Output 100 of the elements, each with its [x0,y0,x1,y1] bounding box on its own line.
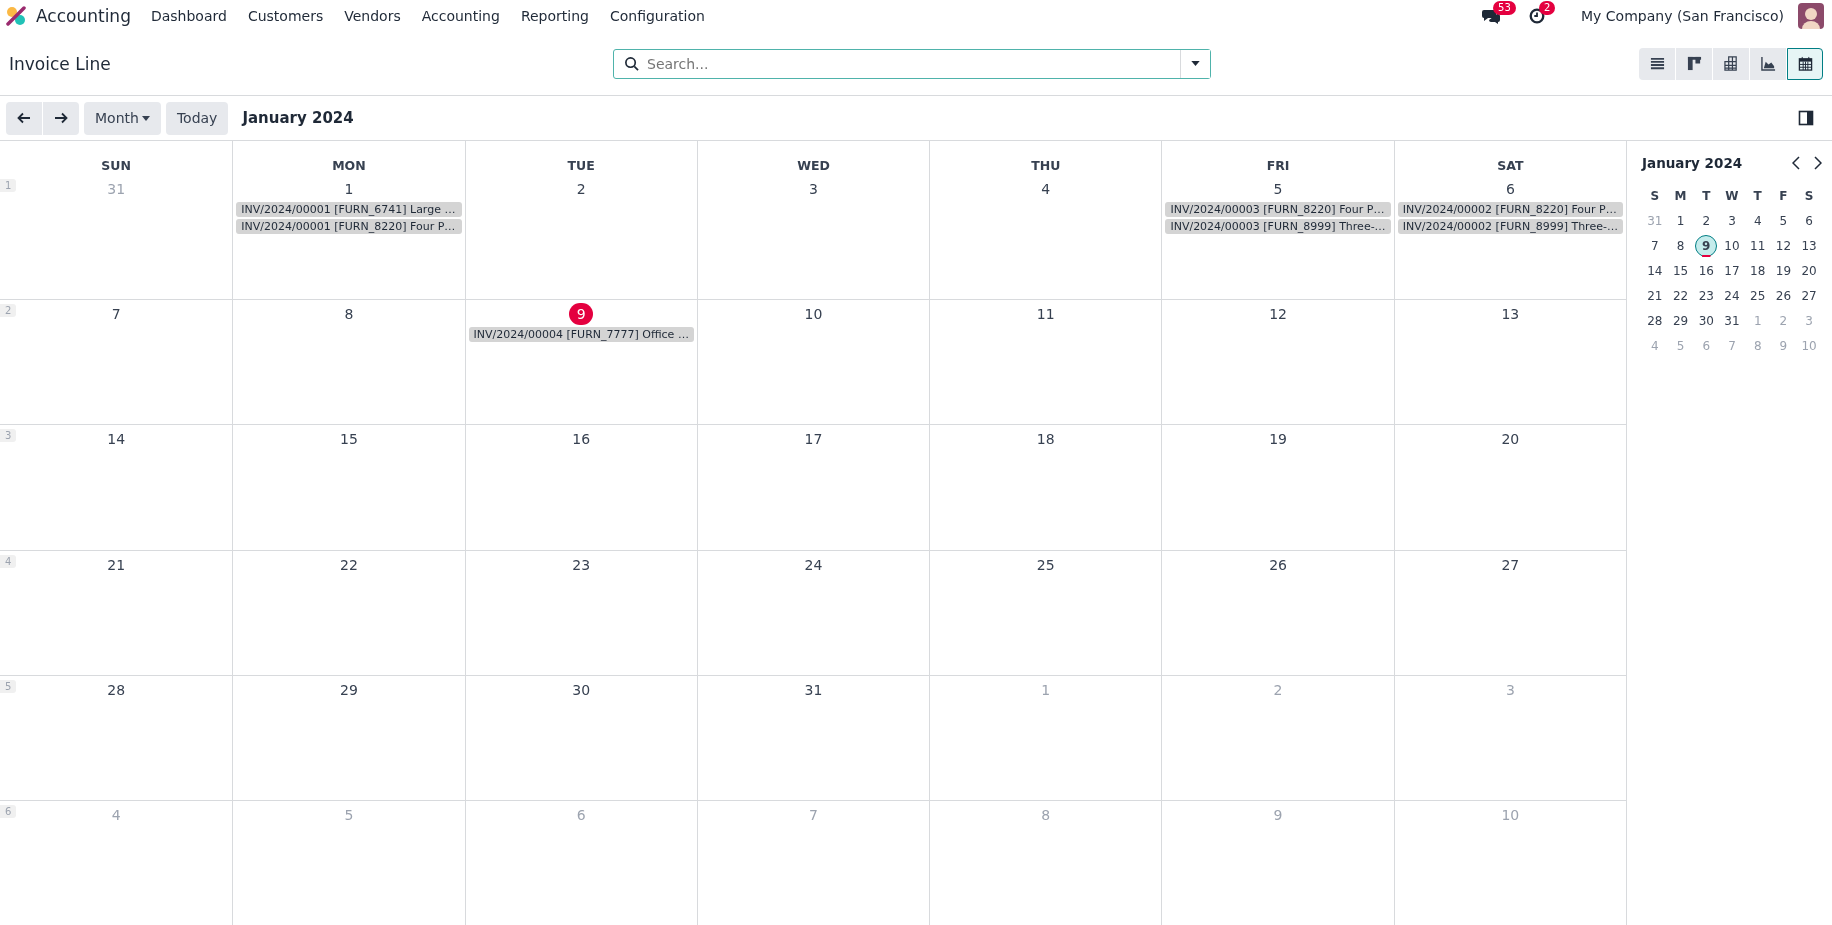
mini-calendar-day[interactable]: 9 [1695,235,1718,257]
chevron-right-icon[interactable] [1814,156,1822,170]
weekday-header: SUN [100,157,132,175]
previous-button[interactable] [6,101,42,135]
day-number[interactable]: 3 [801,178,826,200]
mini-calendar-day[interactable]: 13 [1798,235,1821,257]
day-number[interactable]: 27 [1498,553,1523,576]
avatar-icon[interactable] [1798,3,1824,29]
day-number[interactable]: 9 [569,303,594,326]
view-switch-button[interactable] [1639,47,1675,80]
day-number[interactable]: 17 [801,428,826,451]
chevron-left-icon[interactable] [1792,156,1800,170]
menu-item[interactable]: Reporting [520,8,589,24]
breadcrumb-title: Invoice Line [9,53,112,74]
day-number[interactable]: 24 [801,553,826,576]
calendar-event[interactable]: INV/2024/00002 [FURN_8220] Four P… [1397,202,1623,217]
day-number[interactable]: 8 [336,303,361,326]
mini-calendar-day[interactable]: 30 [1695,310,1718,332]
mini-calendar-day[interactable]: 29 [1669,310,1692,332]
mini-calendar-day[interactable]: 11 [1746,235,1769,257]
mini-calendar-day[interactable]: 6 [1798,210,1821,232]
mini-calendar-day[interactable]: 15 [1669,260,1692,282]
calendar-event[interactable]: INV/2024/00001 [FURN_8220] Four P… [236,219,462,234]
mini-calendar-day[interactable]: 24 [1721,285,1743,307]
day-number[interactable]: 1 [336,178,361,200]
calendar-event[interactable]: INV/2024/00003 [FURN_8999] Three-… [1165,219,1391,234]
view-switch-button[interactable] [1787,47,1823,80]
sidebar-toggle-icon[interactable] [1798,110,1814,126]
view-switch-button[interactable] [1713,47,1749,80]
day-number[interactable]: 2 [569,178,594,200]
day-number[interactable]: 25 [1033,553,1058,576]
menu-item[interactable]: Configuration [609,8,705,24]
menu-item[interactable]: Dashboard [150,8,227,24]
search-options-button[interactable] [1180,49,1210,78]
mini-calendar-day[interactable]: 27 [1798,285,1821,307]
day-number[interactable]: 22 [336,553,361,576]
mini-calendar-day[interactable]: 22 [1669,285,1692,307]
weekday-label: M [1673,188,1688,205]
search-field[interactable]: Search... [645,54,1180,73]
mini-calendar-day[interactable]: 12 [1772,235,1795,257]
day-number[interactable]: 23 [569,553,594,576]
mini-calendar-day[interactable]: 28 [1643,310,1666,332]
mini-calendar-day[interactable]: 25 [1746,285,1769,307]
calendar-event[interactable]: INV/2024/00001 [FURN_6741] Large … [236,202,462,217]
mini-calendar-day[interactable]: 20 [1798,260,1821,282]
day-number[interactable]: 30 [569,678,594,701]
day-number[interactable]: 26 [1266,553,1291,576]
day-number[interactable]: 20 [1498,428,1523,451]
menu-item[interactable]: Customers [247,8,324,24]
today-button[interactable]: Today [165,101,229,135]
company-switcher[interactable]: My Company (San Francisco) [1581,8,1784,24]
scale-dropdown[interactable]: Month [84,101,161,135]
day-number[interactable]: 11 [1033,303,1058,326]
search-bar[interactable]: Search... [613,48,1211,79]
day-number[interactable]: 31 [801,678,826,701]
day-number[interactable]: 12 [1266,303,1291,326]
mini-calendar-day[interactable]: 14 [1643,260,1666,282]
view-switch-button[interactable] [1676,47,1712,80]
day-number[interactable]: 16 [569,428,594,451]
day-number[interactable]: 28 [104,678,129,701]
mini-calendar-day[interactable]: 7 [1643,235,1666,257]
view-switch-button[interactable] [1750,47,1786,80]
calendar-event[interactable]: INV/2024/00003 [FURN_8220] Four P… [1165,202,1391,217]
calendar-event[interactable]: INV/2024/00004 [FURN_7777] Office … [468,327,694,343]
day-number[interactable]: 13 [1498,303,1523,326]
mini-calendar-day[interactable]: 8 [1669,235,1692,257]
day-number[interactable]: 19 [1266,428,1291,451]
mini-calendar-day[interactable]: 23 [1695,285,1718,307]
app-logo-icon[interactable] [6,6,26,26]
mini-calendar-day[interactable]: 10 [1721,235,1743,257]
mini-calendar-day[interactable]: 1 [1669,210,1692,232]
mini-calendar-day[interactable]: 19 [1772,260,1795,282]
mini-calendar-day[interactable]: 31 [1721,310,1743,332]
mini-calendar-day[interactable]: 2 [1695,210,1718,232]
day-number[interactable]: 4 [1033,178,1058,200]
next-button[interactable] [43,101,79,135]
day-number[interactable]: 18 [1033,428,1058,451]
mini-calendar-day[interactable]: 5 [1772,210,1795,232]
weekday-header: TUE [464,141,697,175]
mini-calendar-day[interactable]: 21 [1643,285,1666,307]
day-number[interactable]: 21 [104,553,129,576]
day-number[interactable]: 6 [1498,178,1523,200]
app-name[interactable]: Accounting [36,6,131,26]
menu-item[interactable]: Vendors [344,8,401,24]
search-icon [624,56,639,71]
mini-calendar-day[interactable]: 17 [1721,260,1743,282]
day-number[interactable]: 14 [104,428,129,451]
mini-calendar-day[interactable]: 4 [1746,210,1769,232]
calendar-event[interactable]: INV/2024/00002 [FURN_8999] Three-… [1397,219,1623,234]
day-number[interactable]: 10 [801,303,826,326]
mini-calendar-day[interactable]: 3 [1721,210,1743,232]
mini-calendar-day[interactable]: 18 [1746,260,1769,282]
mini-calendar-day[interactable]: 16 [1695,260,1718,282]
day-number[interactable]: 7 [104,303,129,326]
day-number[interactable]: 15 [336,428,361,451]
mini-calendar-day[interactable]: 26 [1772,285,1795,307]
menu-item[interactable]: Accounting [421,8,500,24]
day-number[interactable]: 29 [336,678,361,701]
day-number[interactable]: 5 [1266,178,1291,200]
period-title: January 2024 [242,109,354,127]
